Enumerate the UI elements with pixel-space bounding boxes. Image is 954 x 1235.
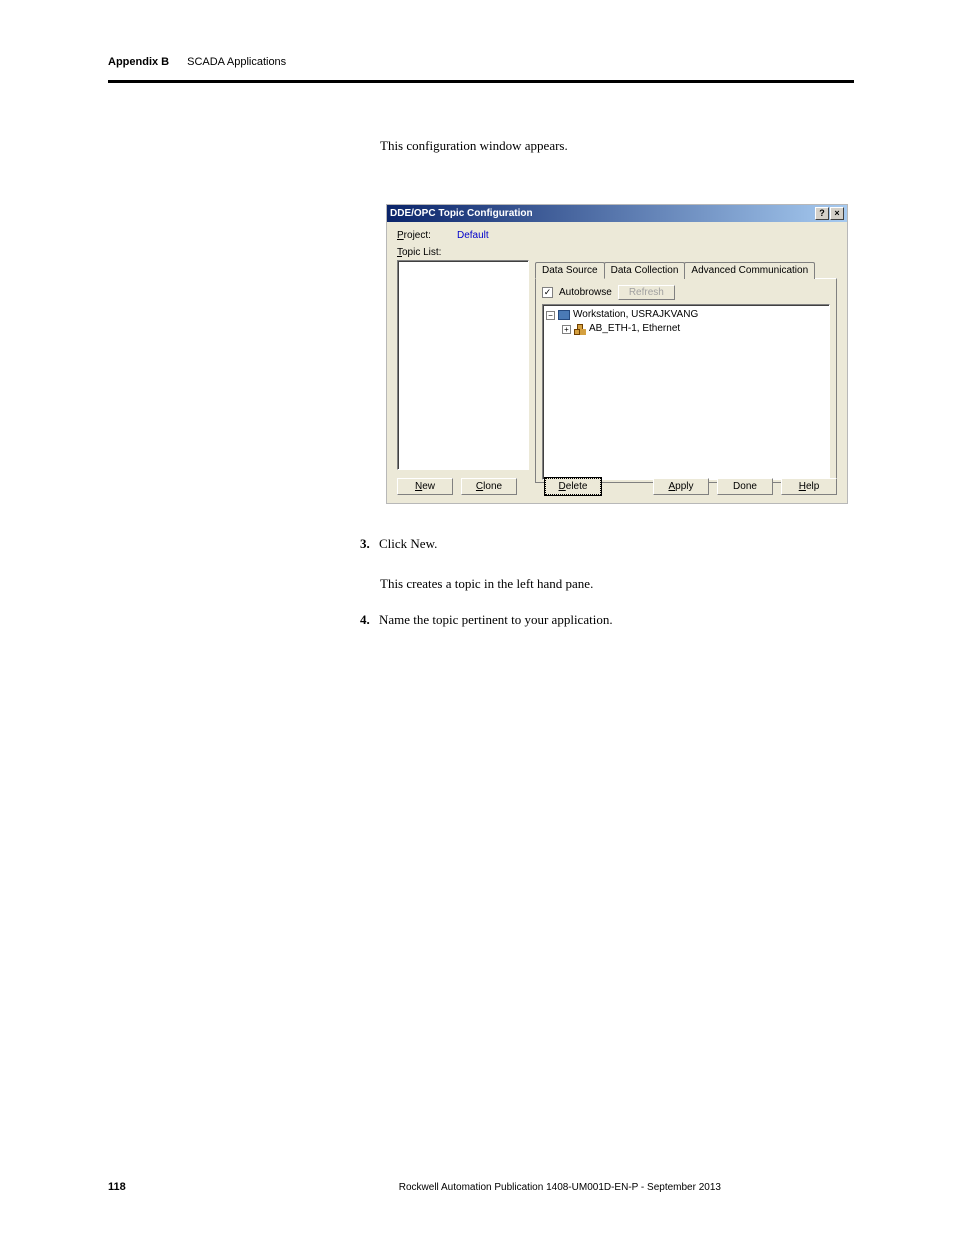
- step-4-text: Name the topic pertinent to your applica…: [379, 612, 613, 627]
- apply-button[interactable]: Apply: [653, 478, 709, 495]
- network-icon: [574, 324, 586, 334]
- workstation-label: Workstation, USRAJKVANG: [573, 308, 698, 322]
- help-icon[interactable]: ?: [815, 207, 829, 220]
- project-value: Default: [457, 230, 489, 241]
- new-button[interactable]: New: [397, 478, 453, 495]
- appendix-title: SCADA Applications: [187, 56, 286, 68]
- page-footer: 118 Rockwell Automation Publication 1408…: [108, 1181, 854, 1193]
- project-label: Project:: [397, 230, 457, 241]
- topic-list-label: Topic List:: [397, 247, 457, 258]
- page-number: 118: [108, 1181, 126, 1193]
- expand-icon[interactable]: +: [562, 325, 571, 334]
- step-4: 4. Name the topic pertinent to your appl…: [360, 612, 613, 628]
- ethernet-label: AB_ETH-1, Ethernet: [589, 322, 680, 336]
- tab-strip: Data Source Data Collection Advanced Com…: [535, 262, 837, 279]
- step-4-num: 4.: [360, 612, 370, 627]
- tab-data-collection[interactable]: Data Collection: [604, 262, 686, 279]
- dialog-titlebar: DDE/OPC Topic Configuration ? ×: [387, 205, 847, 222]
- dde-opc-config-dialog: DDE/OPC Topic Configuration ? × Project:…: [386, 204, 848, 504]
- tree-workstation-node[interactable]: − Workstation, USRAJKVANG: [546, 308, 826, 322]
- appendix-label: Appendix B: [108, 56, 169, 68]
- step-3: 3. Click New.: [360, 536, 437, 552]
- step-3-num: 3.: [360, 536, 370, 551]
- dialog-title: DDE/OPC Topic Configuration: [390, 208, 533, 219]
- tab-data-source[interactable]: Data Source: [535, 262, 605, 279]
- clone-button[interactable]: Clone: [461, 478, 517, 495]
- page-header: Appendix B SCADA Applications: [108, 56, 854, 68]
- intro-text: This configuration window appears.: [380, 138, 568, 154]
- help-button[interactable]: Help: [781, 478, 837, 495]
- autobrowse-checkbox[interactable]: ✓: [542, 287, 553, 298]
- done-button[interactable]: Done: [717, 478, 773, 495]
- publication-line: Rockwell Automation Publication 1408-UM0…: [266, 1182, 854, 1193]
- autobrowse-label: Autobrowse: [559, 287, 612, 298]
- device-tree[interactable]: − Workstation, USRAJKVANG + AB_ETH-1, Et…: [542, 304, 830, 480]
- refresh-button: Refresh: [618, 285, 675, 300]
- tab-body: ✓ Autobrowse Refresh − Workstation, USRA…: [535, 278, 837, 483]
- topic-list[interactable]: [397, 260, 529, 470]
- delete-button[interactable]: Delete: [545, 478, 601, 495]
- close-icon[interactable]: ×: [830, 207, 844, 220]
- workstation-icon: [558, 310, 570, 320]
- tab-advanced-communication[interactable]: Advanced Communication: [684, 262, 815, 279]
- tree-ethernet-node[interactable]: + AB_ETH-1, Ethernet: [562, 322, 826, 336]
- step-3-text: Click New.: [379, 536, 437, 551]
- dialog-button-row: New Clone Delete Apply Done Help: [397, 478, 837, 495]
- header-rule: [108, 80, 854, 83]
- collapse-icon[interactable]: −: [546, 311, 555, 320]
- step-3-sub: This creates a topic in the left hand pa…: [380, 576, 593, 592]
